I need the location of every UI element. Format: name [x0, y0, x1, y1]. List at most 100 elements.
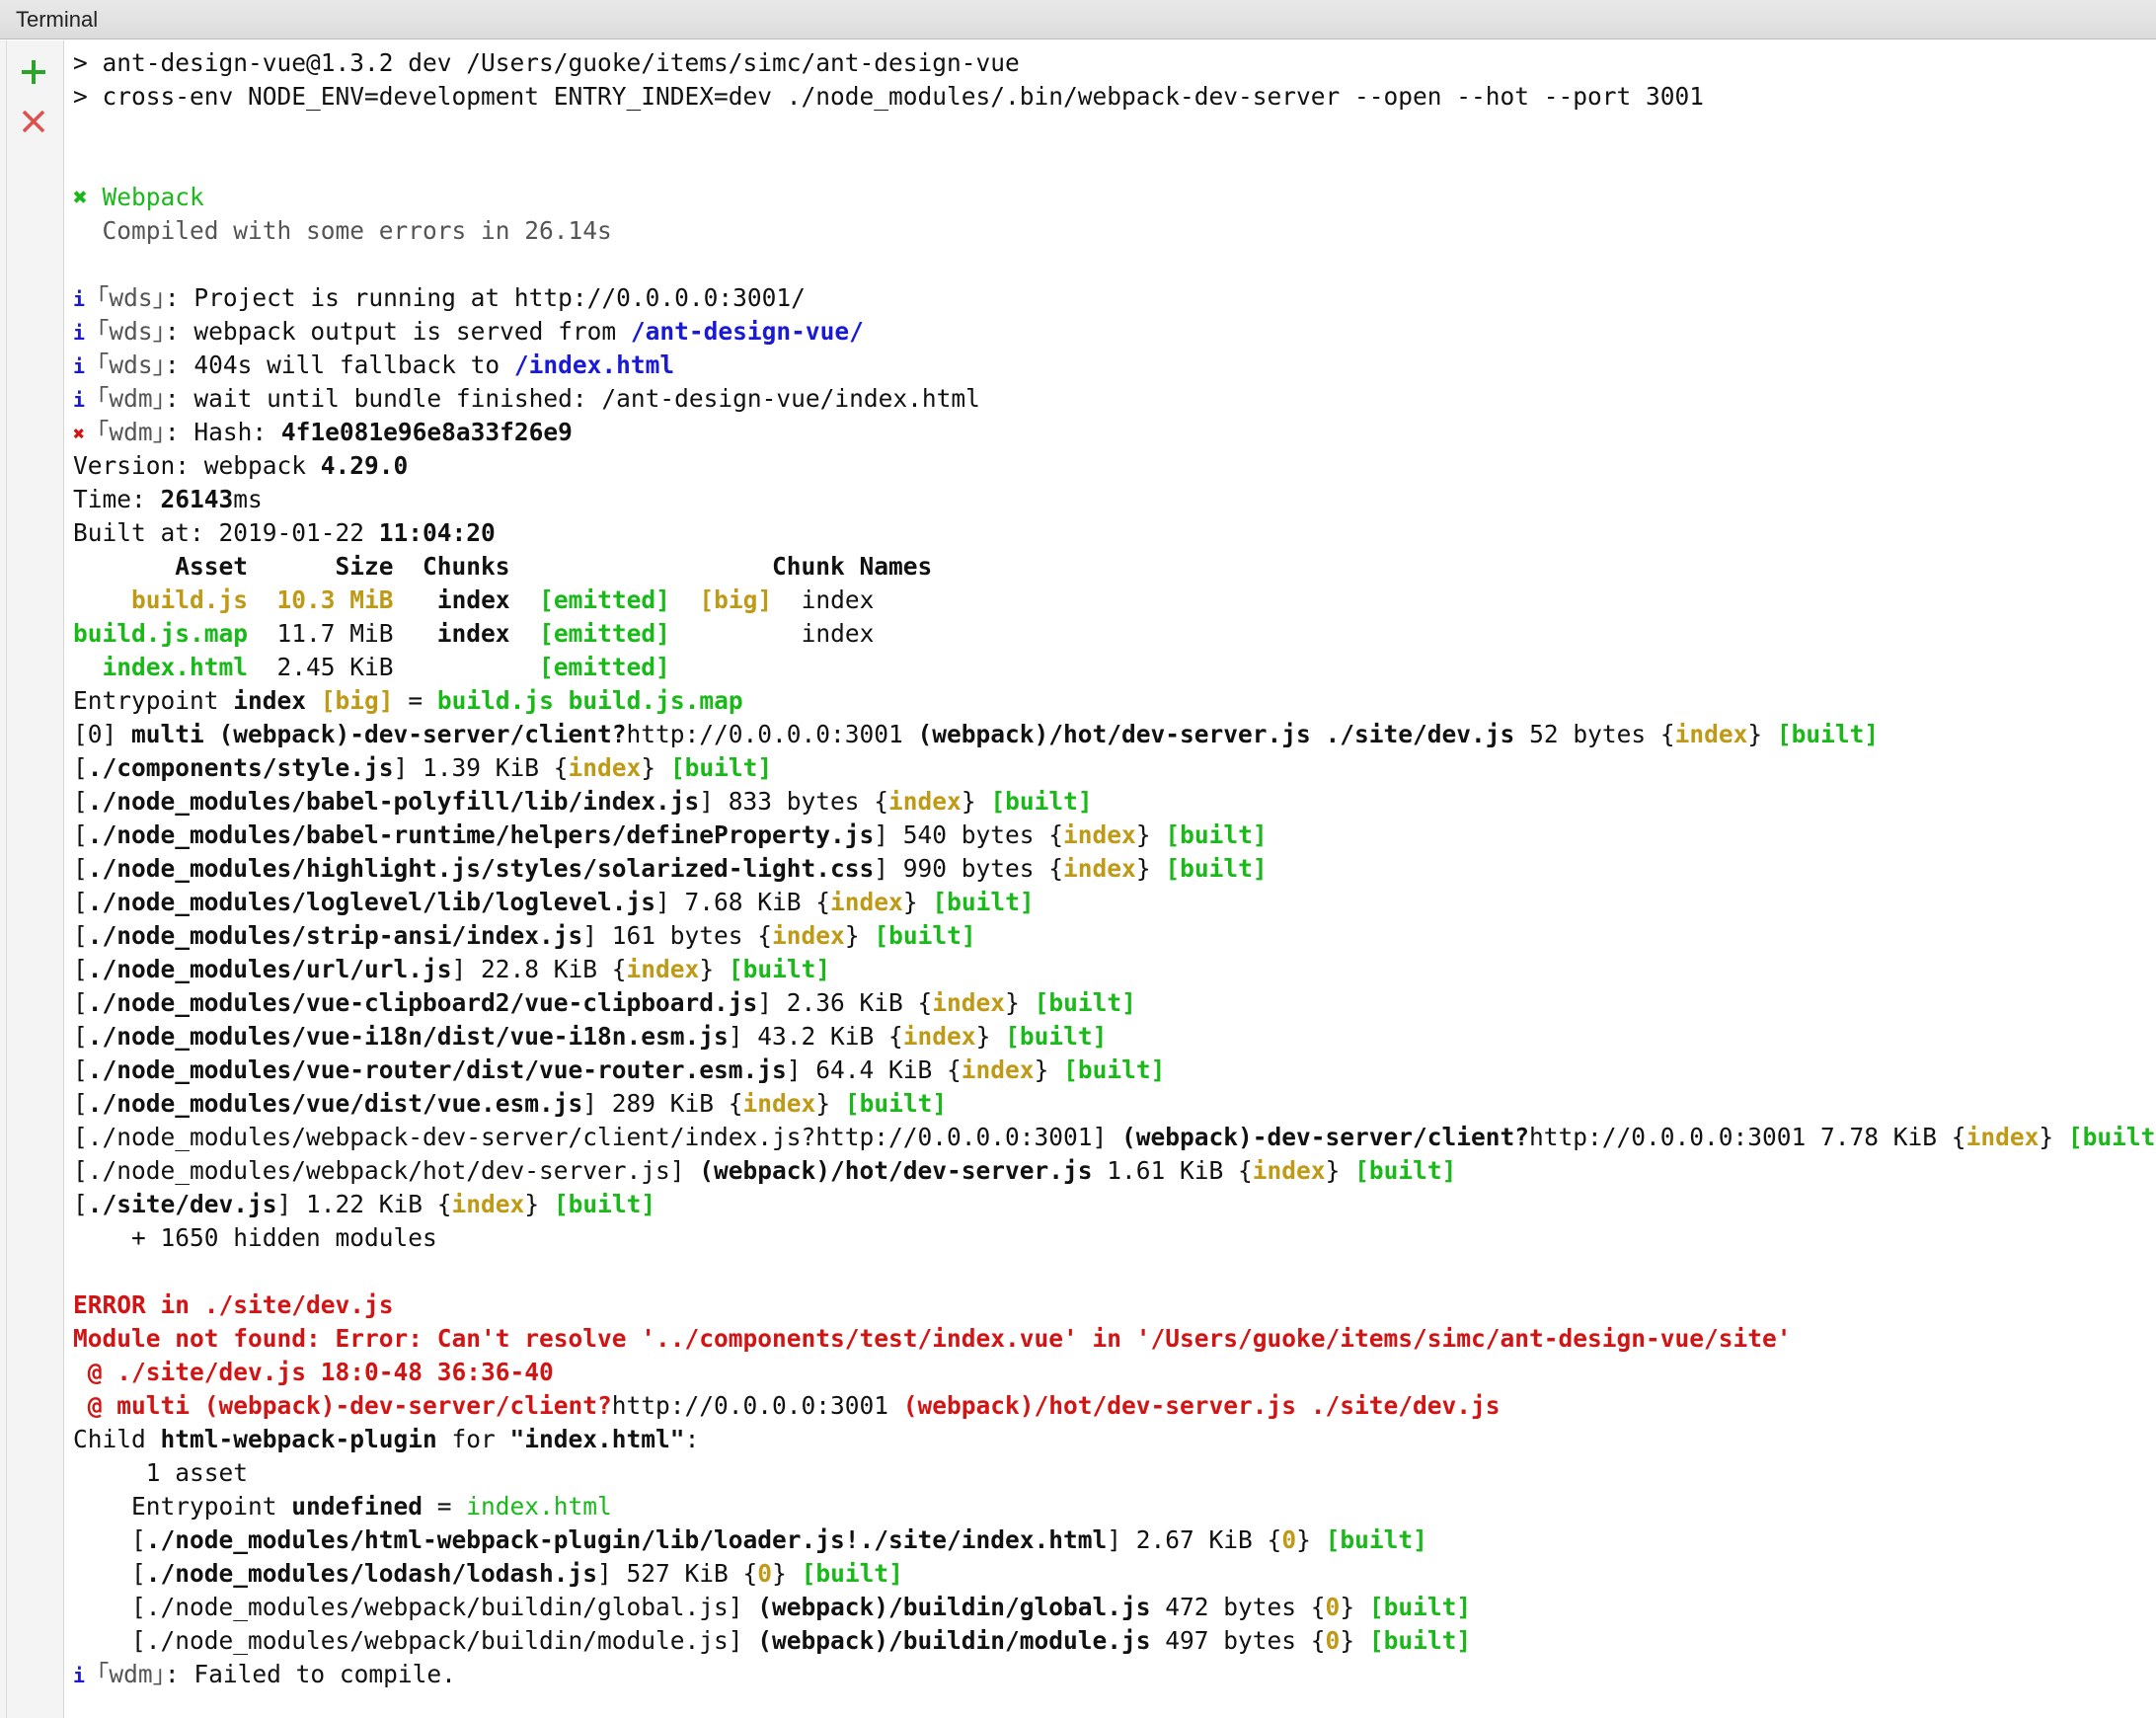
- terminal-line: [./node_modules/babel-runtime/helpers/de…: [73, 819, 2156, 852]
- terminal-text: index: [1252, 1156, 1326, 1185]
- terminal-text: 0: [757, 1559, 773, 1588]
- terminal-text: ｢wds｣: [97, 351, 165, 379]
- terminal-text: 472 bytes {: [1150, 1593, 1326, 1621]
- terminal-output[interactable]: > ant-design-vue@1.3.2 dev /Users/guoke/…: [73, 46, 2156, 1718]
- terminal-line: i ｢wds｣: webpack output is served from /…: [73, 315, 2156, 349]
- terminal-text: }: [1034, 1055, 1064, 1084]
- terminal-text: [: [73, 1190, 88, 1218]
- terminal-text: [: [73, 888, 88, 916]
- terminal-text: [built]: [1063, 1055, 1166, 1084]
- terminal-text: Version: webpack: [73, 451, 321, 480]
- terminal-line: [./node_modules/url/url.js] 22.8 KiB {in…: [73, 953, 2156, 986]
- terminal-text: (webpack)/hot/dev-server.js ./site/dev.j…: [902, 1391, 1501, 1420]
- terminal-text: ] 1.22 KiB {: [276, 1190, 452, 1218]
- terminal-text: }: [1340, 1626, 1369, 1655]
- terminal-text: (webpack)/buildin/global.js: [757, 1593, 1151, 1621]
- terminal-text: Asset Size Chunks Chunk Names: [73, 552, 933, 581]
- plus-icon: [22, 60, 45, 84]
- terminal-text: /index.html: [513, 351, 675, 379]
- terminal-line: 1 asset: [73, 1456, 2156, 1490]
- terminal-text: }: [815, 1089, 845, 1118]
- terminal-toolbar: [0, 40, 64, 1718]
- terminal-text: [./node_modules/webpack/hot/dev-server.j…: [73, 1156, 700, 1185]
- terminal-text: [built]: [1034, 988, 1136, 1017]
- terminal-text: }: [1135, 854, 1166, 883]
- terminal-text: for: [436, 1425, 510, 1453]
- terminal-text: [: [73, 753, 88, 782]
- terminal-text: [: [73, 1022, 88, 1051]
- terminal-line: @ multi (webpack)-dev-server/client?http…: [73, 1389, 2156, 1423]
- terminal-text: ms: [233, 485, 263, 513]
- terminal-line: Asset Size Chunks Chunk Names: [73, 550, 2156, 584]
- terminal-line: [./node_modules/lodash/lodash.js] 527 Ki…: [73, 1557, 2156, 1591]
- new-session-button[interactable]: [16, 54, 51, 90]
- terminal-text: build.js: [131, 586, 249, 614]
- terminal-text: ERROR in ./site/dev.js: [73, 1290, 394, 1319]
- terminal-text: ✖: [73, 422, 98, 445]
- terminal-text: index: [1674, 720, 1748, 748]
- terminal-text: index: [626, 955, 700, 983]
- terminal-text: index.html: [466, 1492, 612, 1521]
- terminal-text: : webpack output is served from: [164, 317, 631, 346]
- terminal-text: 10.3 MiB: [276, 586, 394, 614]
- terminal-line: [./node_modules/webpack-dev-server/clien…: [73, 1121, 2156, 1154]
- terminal-text: [: [73, 1089, 88, 1118]
- terminal-text: i: [73, 1664, 98, 1687]
- terminal-text: ] 527 KiB {: [597, 1559, 758, 1588]
- terminal-text: [: [73, 1055, 88, 1084]
- terminal-text: ./node_modules/strip-ansi/index.js: [87, 921, 583, 950]
- window-title: Terminal: [0, 0, 2156, 39]
- terminal-text: }: [699, 955, 729, 983]
- terminal-text: [built]: [553, 1190, 656, 1218]
- terminal-text: }: [1296, 1525, 1326, 1554]
- terminal-text: index: [451, 1190, 525, 1218]
- terminal-text: ./node_modules/url/url.js: [87, 955, 452, 983]
- close-icon: [22, 110, 45, 133]
- terminal-text: [./node_modules/webpack-dev-server/clien…: [73, 1123, 1122, 1151]
- terminal-text: [emitted]: [539, 653, 670, 681]
- terminal-text: ｢wdm｣: [97, 384, 165, 413]
- terminal-text: [built]: [728, 955, 831, 983]
- terminal-line: [./node_modules/vue-clipboard2/vue-clipb…: [73, 986, 2156, 1020]
- terminal-text: ] 7.68 KiB {: [655, 888, 831, 916]
- terminal-text: index: [902, 1022, 976, 1051]
- terminal-text: index: [1063, 820, 1136, 849]
- terminal-text: ] 43.2 KiB {: [728, 1022, 903, 1051]
- terminal-text: }: [975, 1022, 1006, 1051]
- terminal-text: Time:: [73, 485, 161, 513]
- terminal-text: }: [844, 921, 875, 950]
- terminal-line: [./node_modules/highlight.js/styles/sola…: [73, 852, 2156, 886]
- terminal-line: Compiled with some errors in 26.14s: [73, 214, 2156, 248]
- terminal-line: Entrypoint undefined = index.html: [73, 1490, 2156, 1523]
- terminal-text: :: [684, 1425, 700, 1453]
- terminal-text: }: [1340, 1593, 1369, 1621]
- terminal-text: =: [423, 1492, 467, 1521]
- terminal-text: 2.45 KiB: [248, 653, 540, 681]
- terminal-text: index: [932, 988, 1006, 1017]
- terminal-line: [./node_modules/vue-i18n/dist/vue-i18n.e…: [73, 1020, 2156, 1054]
- terminal-text: Entrypoint: [73, 1492, 292, 1521]
- terminal-text: (webpack)-dev-server/client?: [1121, 1123, 1530, 1151]
- terminal-text: > cross-env NODE_ENV=development ENTRY_I…: [73, 82, 1705, 111]
- terminal-line: [./node_modules/webpack/hot/dev-server.j…: [73, 1154, 2156, 1188]
- terminal-text: 4f1e081e96e8a33f26e9: [280, 418, 573, 446]
- terminal-text: html-webpack-plugin: [160, 1425, 437, 1453]
- terminal-text: index: [436, 619, 510, 648]
- terminal-text: index: [568, 753, 642, 782]
- terminal-text: [built]: [669, 753, 773, 782]
- terminal-text: 26143: [160, 485, 234, 513]
- terminal-text: [built]: [2067, 1123, 2156, 1151]
- close-session-button[interactable]: [16, 104, 51, 139]
- terminal-line: [./node_modules/strip-ansi/index.js] 161…: [73, 919, 2156, 953]
- terminal-text: ./node_modules/vue-router/dist/vue-route…: [87, 1055, 787, 1084]
- terminal-text: ./node_modules/vue-clipboard2/vue-clipbo…: [87, 988, 758, 1017]
- terminal-text: 11:04:20: [378, 518, 496, 547]
- terminal-text: ./node_modules/lodash/lodash.js: [145, 1559, 598, 1588]
- terminal-line: i ｢wds｣: 404s will fallback to /index.ht…: [73, 349, 2156, 382]
- terminal-text: [built]: [932, 888, 1035, 916]
- terminal-line: Module not found: Error: Can't resolve '…: [73, 1322, 2156, 1356]
